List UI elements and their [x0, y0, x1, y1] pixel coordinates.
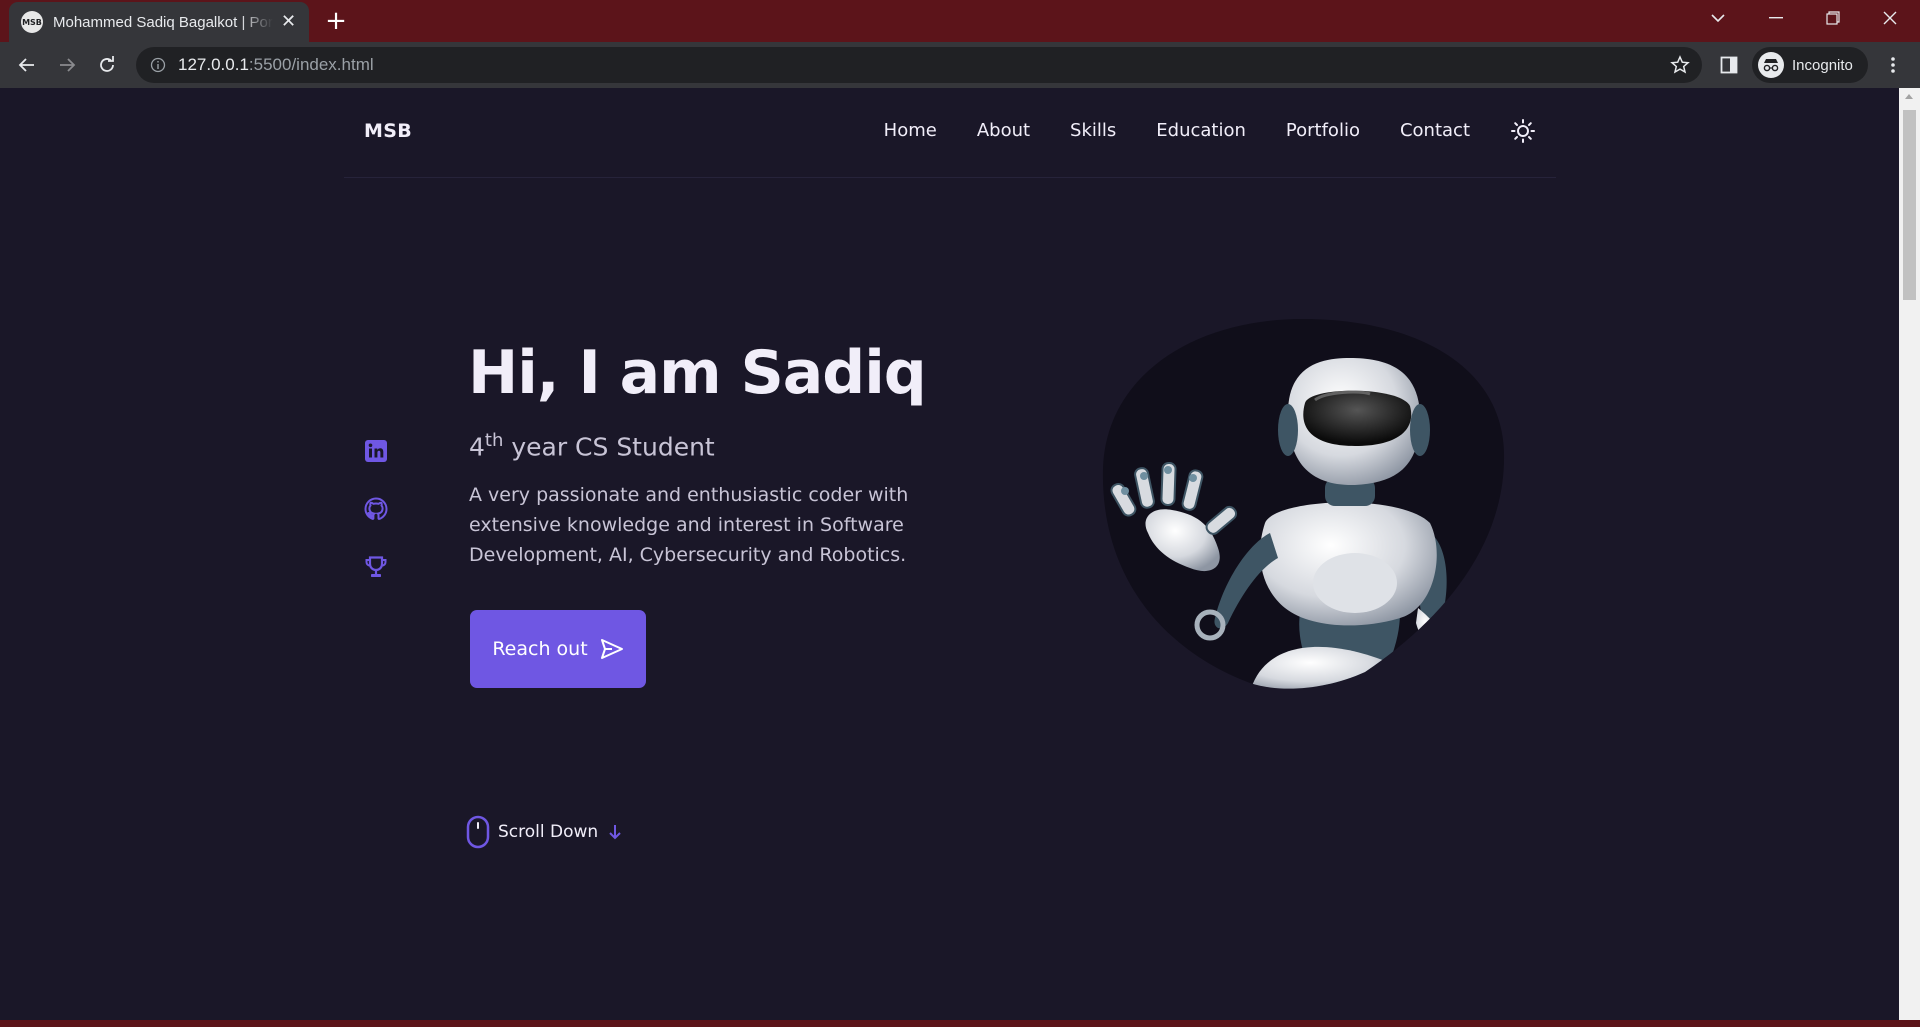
new-tab-button[interactable]: + [322, 8, 350, 36]
scroll-up-arrow-icon[interactable] [1905, 94, 1913, 99]
nav-portfolio[interactable]: Portfolio [1286, 120, 1360, 141]
send-icon [600, 639, 623, 659]
hero-description: A very passionate and enthusiastic coder… [469, 484, 909, 566]
side-panel-button[interactable] [1715, 51, 1743, 79]
reach-out-label: Reach out [492, 638, 588, 660]
reach-out-button[interactable]: Reach out [470, 610, 646, 688]
achievements-link[interactable] [363, 552, 389, 582]
browser-menu-button[interactable] [1879, 51, 1907, 79]
chevron-down-icon [1711, 14, 1725, 23]
more-vertical-icon [1891, 57, 1895, 73]
minimize-icon [1769, 17, 1783, 19]
info-icon [150, 57, 166, 73]
nav-home[interactable]: Home [884, 120, 937, 141]
theme-toggle-button[interactable] [1510, 118, 1536, 144]
hero-subtitle: 4th year CS Student [469, 430, 715, 462]
nav-skills[interactable]: Skills [1070, 120, 1116, 141]
trophy-icon [365, 556, 387, 577]
nav-links: Home About Skills Education Portfolio Co… [884, 120, 1470, 141]
site-navbar: MSB Home About Skills Education Portfoli… [344, 88, 1556, 178]
nav-contact[interactable]: Contact [1400, 120, 1470, 141]
hero-robot-image [1102, 318, 1505, 689]
url-text: 127.0.0.1:5500/index.html [178, 55, 374, 74]
linkedin-icon [365, 440, 387, 462]
arrow-right-icon [60, 58, 76, 72]
scroll-down-button[interactable]: Scroll Down [466, 815, 622, 849]
minimize-button[interactable] [1748, 0, 1804, 36]
github-icon [364, 497, 388, 520]
browser-tab[interactable]: MSB Mohammed Sadiq Bagalkot | Portfolio … [9, 2, 309, 42]
close-icon [1883, 11, 1897, 25]
page-scrollbar[interactable] [1899, 88, 1920, 1020]
reload-button[interactable] [93, 51, 121, 79]
favicon-icon: MSB [21, 11, 43, 33]
address-bar[interactable]: 127.0.0.1:5500/index.html [136, 47, 1702, 83]
restore-button[interactable] [1805, 0, 1861, 36]
nav-about[interactable]: About [977, 120, 1030, 141]
forward-button[interactable] [53, 51, 81, 79]
social-links [363, 436, 389, 582]
bookmark-star-icon[interactable] [1670, 55, 1690, 75]
tab-close-icon[interactable]: ✕ [281, 13, 296, 31]
scroll-down-label: Scroll Down [498, 822, 599, 842]
nav-education[interactable]: Education [1156, 120, 1246, 141]
incognito-profile-button[interactable]: Incognito [1752, 47, 1868, 83]
site-logo[interactable]: MSB [364, 120, 412, 142]
window-bottom-edge [0, 1020, 1920, 1027]
tab-search-button[interactable] [1690, 0, 1746, 36]
incognito-icon [1758, 52, 1784, 78]
restore-icon [1826, 11, 1840, 25]
tab-title: Mohammed Sadiq Bagalkot | Portfolio [53, 13, 273, 31]
browser-toolbar: 127.0.0.1:5500/index.html Incognito [0, 42, 1920, 88]
incognito-label: Incognito [1792, 56, 1853, 74]
arrow-down-icon [609, 825, 621, 840]
back-button[interactable] [13, 51, 41, 79]
hero-title: Hi, I am Sadiq [468, 338, 927, 408]
arrow-left-icon [18, 58, 34, 72]
browser-titlebar: MSB Mohammed Sadiq Bagalkot | Portfolio … [0, 0, 1920, 42]
mouse-icon [466, 815, 490, 849]
page-viewport: MSB Home About Skills Education Portfoli… [0, 88, 1899, 1020]
side-panel-icon [1720, 56, 1738, 74]
reload-icon [100, 56, 114, 72]
linkedin-link[interactable] [363, 436, 389, 466]
scrollbar-thumb[interactable] [1903, 110, 1916, 300]
github-link[interactable] [363, 494, 389, 524]
sun-icon [1511, 119, 1535, 143]
close-window-button[interactable] [1862, 0, 1918, 36]
